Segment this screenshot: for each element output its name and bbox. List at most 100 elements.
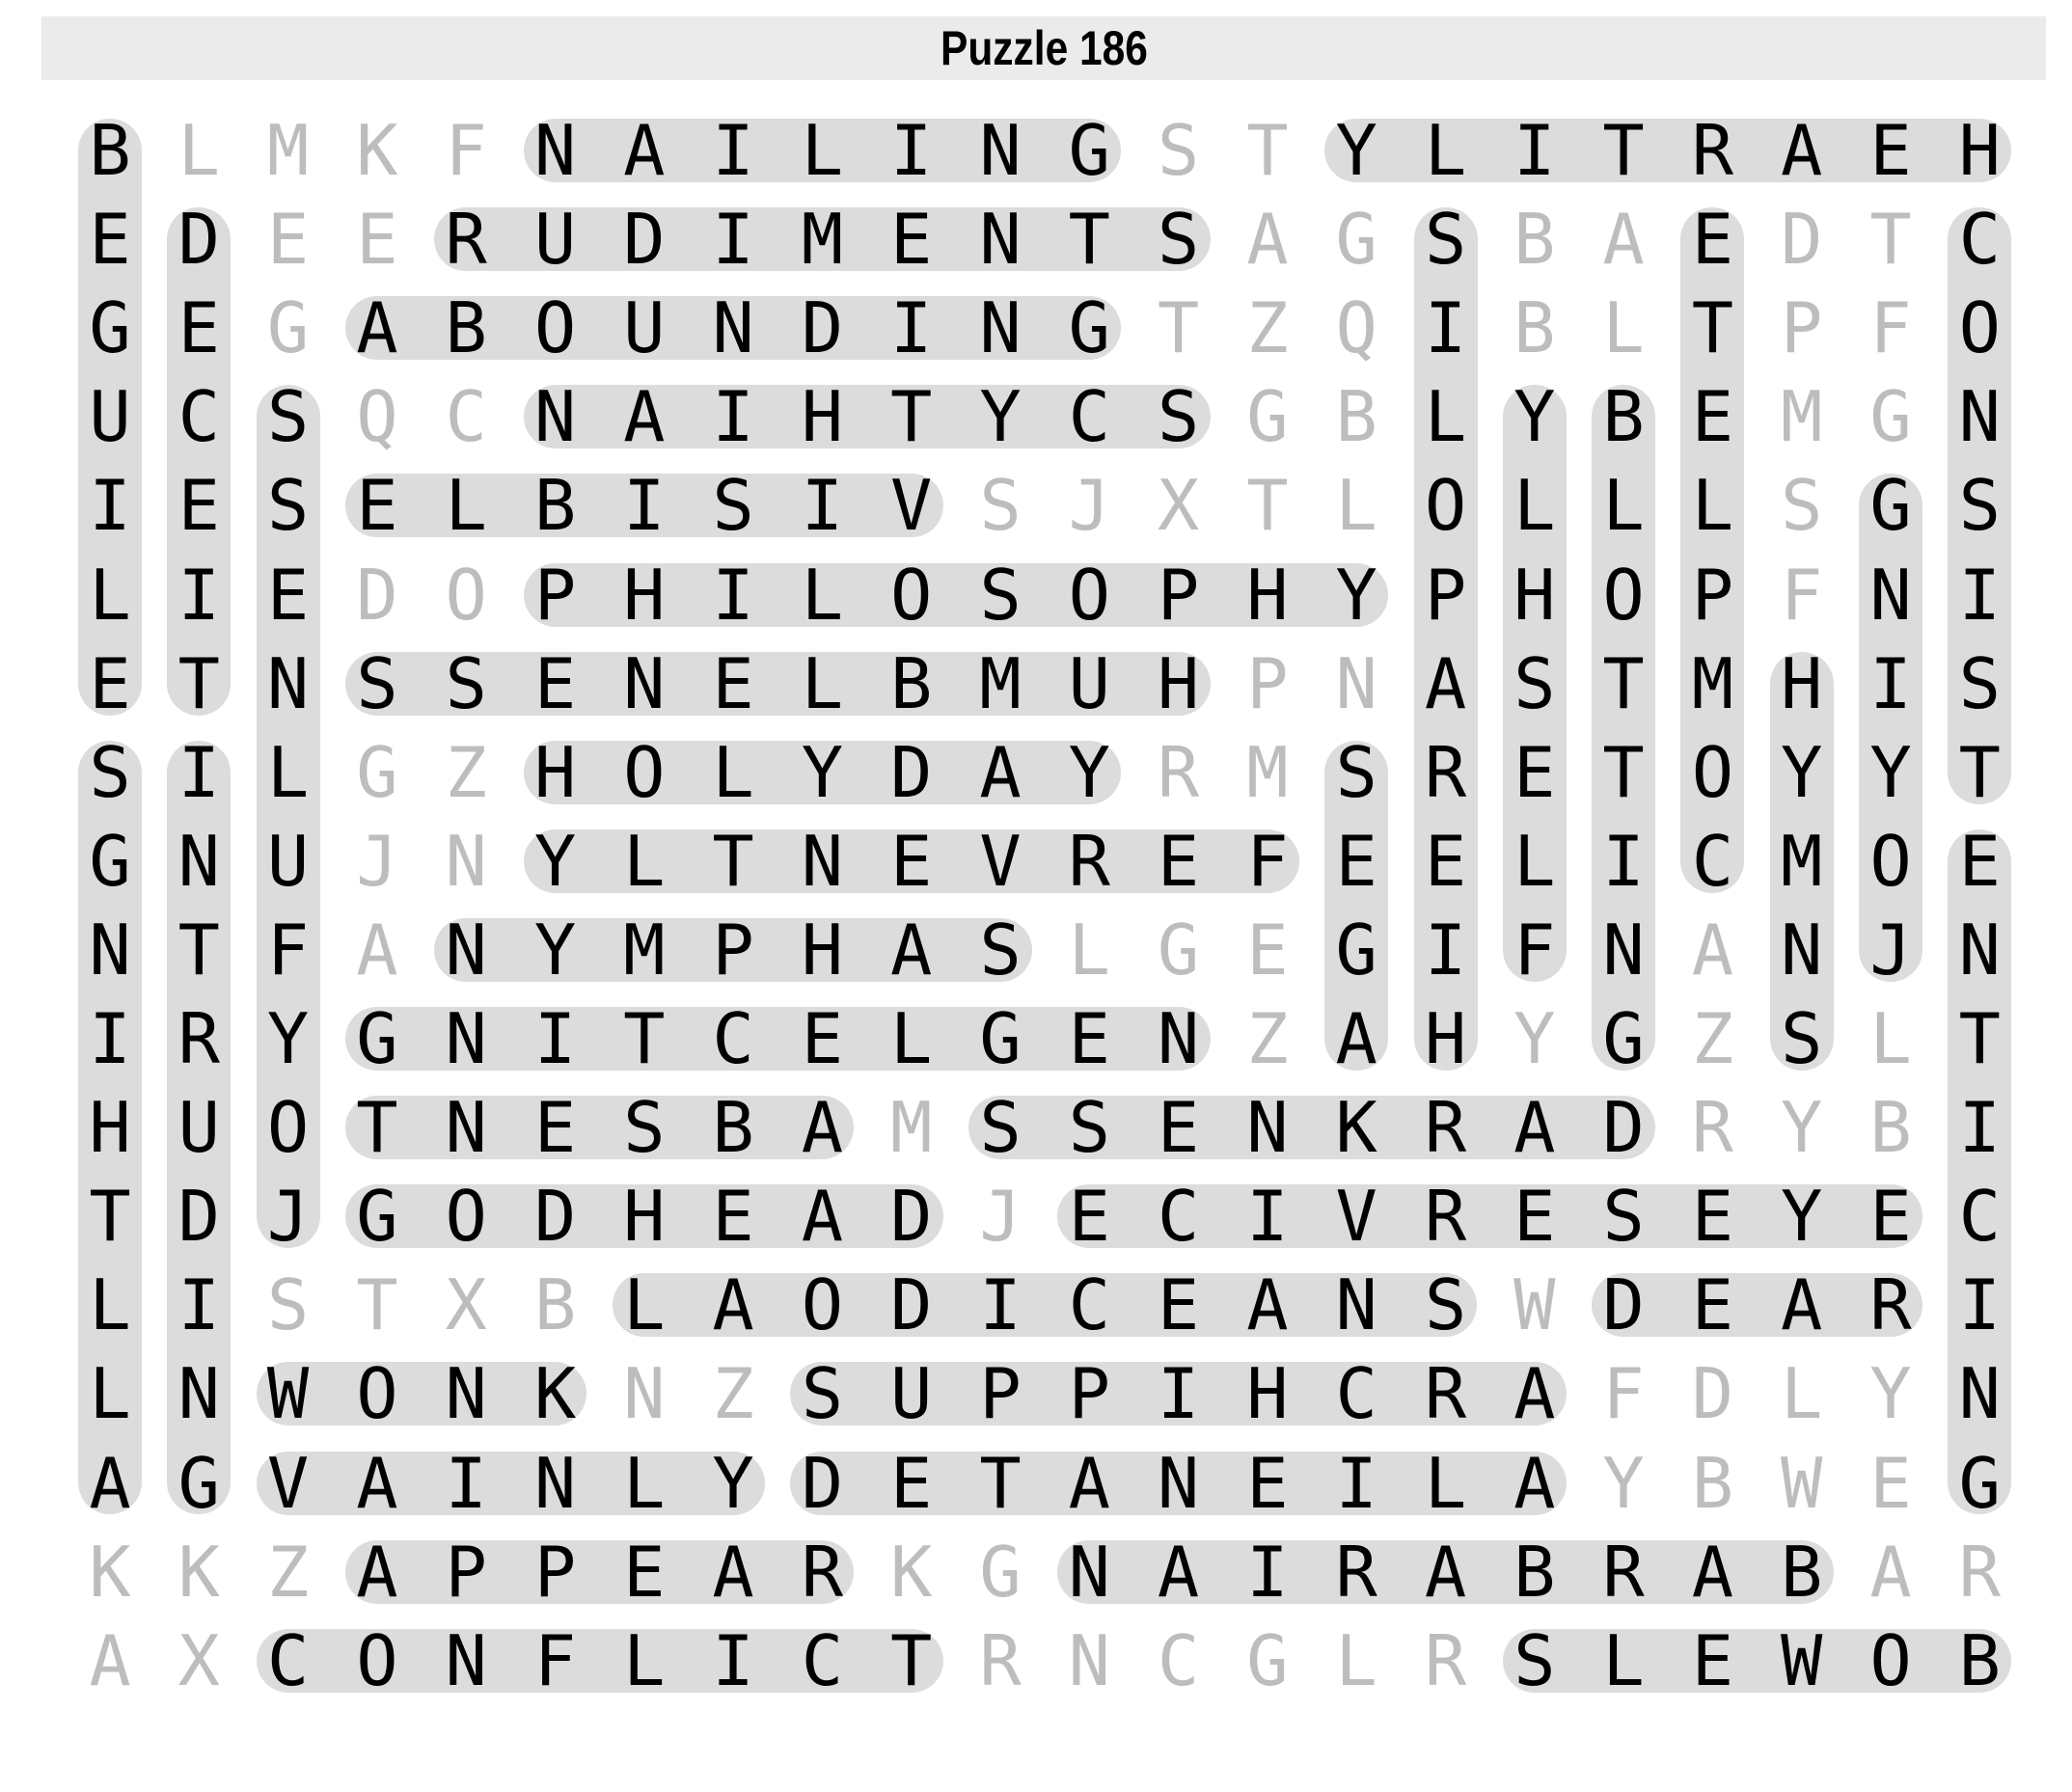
grid-cell[interactable]: H (66, 1083, 154, 1172)
grid-cell[interactable]: T (1223, 461, 1312, 550)
grid-cell[interactable]: B (689, 1083, 777, 1172)
grid-cell[interactable]: P (956, 1349, 1045, 1438)
grid-cell[interactable]: A (1490, 1349, 1579, 1438)
grid-cell[interactable]: A (1223, 1261, 1312, 1349)
grid-cell[interactable]: N (511, 372, 600, 461)
grid-cell[interactable]: V (956, 817, 1045, 906)
grid-cell[interactable]: P (1223, 639, 1312, 728)
grid-cell[interactable]: A (1579, 195, 1668, 284)
grid-cell[interactable]: C (1935, 1172, 2024, 1261)
grid-cell[interactable]: L (1402, 106, 1490, 195)
grid-cell[interactable]: H (600, 1172, 689, 1261)
grid-cell[interactable]: P (511, 1528, 600, 1616)
grid-cell[interactable]: B (1312, 372, 1401, 461)
grid-cell[interactable]: F (422, 106, 510, 195)
grid-cell[interactable]: B (511, 461, 600, 550)
grid-cell[interactable]: A (333, 906, 422, 994)
grid-cell[interactable]: A (867, 906, 956, 994)
grid-cell[interactable]: T (600, 994, 689, 1083)
grid-cell[interactable]: R (154, 994, 243, 1083)
grid-cell[interactable]: B (422, 284, 510, 372)
grid-cell[interactable]: Y (1490, 994, 1579, 1083)
grid-cell[interactable]: L (1490, 461, 1579, 550)
grid-cell[interactable]: N (422, 1083, 510, 1172)
grid-cell[interactable]: R (1402, 1616, 1490, 1705)
grid-cell[interactable]: D (154, 195, 243, 284)
grid-cell[interactable]: L (66, 1261, 154, 1349)
grid-cell[interactable]: R (777, 1528, 866, 1616)
grid-cell[interactable]: E (1134, 817, 1223, 906)
grid-cell[interactable]: Z (422, 728, 510, 817)
grid-cell[interactable]: O (333, 1616, 422, 1705)
grid-cell[interactable]: N (422, 817, 510, 906)
grid-cell[interactable]: K (66, 1528, 154, 1616)
grid-cell[interactable]: G (333, 1172, 422, 1261)
grid-cell[interactable]: K (154, 1528, 243, 1616)
grid-cell[interactable]: X (422, 1261, 510, 1349)
grid-cell[interactable]: N (422, 1616, 510, 1705)
grid-cell[interactable]: P (1402, 551, 1490, 639)
grid-cell[interactable]: D (1758, 195, 1846, 284)
grid-cell[interactable]: A (1758, 106, 1846, 195)
grid-cell[interactable]: S (1402, 195, 1490, 284)
grid-cell[interactable]: M (1223, 728, 1312, 817)
grid-cell[interactable]: I (511, 994, 600, 1083)
grid-cell[interactable]: A (333, 284, 422, 372)
grid-cell[interactable]: H (600, 551, 689, 639)
grid-cell[interactable]: I (1935, 1261, 2024, 1349)
grid-cell[interactable]: O (1935, 284, 2024, 372)
grid-cell[interactable]: N (1935, 372, 2024, 461)
grid-cell[interactable]: L (600, 817, 689, 906)
grid-cell[interactable]: B (1668, 1439, 1757, 1528)
grid-cell[interactable]: X (154, 1616, 243, 1705)
grid-cell[interactable]: B (867, 639, 956, 728)
grid-cell[interactable]: S (1490, 639, 1579, 728)
grid-cell[interactable]: P (1045, 1349, 1133, 1438)
grid-cell[interactable]: O (600, 728, 689, 817)
grid-cell[interactable]: L (1579, 284, 1668, 372)
grid-cell[interactable]: E (511, 1083, 600, 1172)
grid-cell[interactable]: N (511, 106, 600, 195)
grid-cell[interactable]: A (333, 1528, 422, 1616)
grid-cell[interactable]: R (1402, 728, 1490, 817)
grid-cell[interactable]: C (154, 372, 243, 461)
grid-cell[interactable]: E (1134, 1083, 1223, 1172)
grid-cell[interactable]: G (1045, 284, 1133, 372)
grid-cell[interactable]: F (1758, 551, 1846, 639)
grid-cell[interactable]: N (1045, 1528, 1133, 1616)
grid-cell[interactable]: G (1935, 1439, 2024, 1528)
grid-cell[interactable]: J (244, 1172, 333, 1261)
grid-cell[interactable]: N (956, 195, 1045, 284)
grid-cell[interactable]: L (1045, 906, 1133, 994)
grid-cell[interactable]: J (956, 1172, 1045, 1261)
grid-cell[interactable]: E (244, 195, 333, 284)
grid-cell[interactable]: Y (689, 1439, 777, 1528)
grid-cell[interactable]: E (1045, 994, 1133, 1083)
grid-cell[interactable]: L (777, 551, 866, 639)
grid-cell[interactable]: L (867, 994, 956, 1083)
grid-cell[interactable]: V (1312, 1172, 1401, 1261)
grid-cell[interactable]: O (244, 1083, 333, 1172)
grid-cell[interactable]: E (600, 1528, 689, 1616)
grid-cell[interactable]: E (333, 195, 422, 284)
grid-cell[interactable]: D (1579, 1083, 1668, 1172)
grid-cell[interactable]: T (1935, 728, 2024, 817)
grid-cell[interactable]: A (689, 1261, 777, 1349)
grid-cell[interactable]: B (1846, 1083, 1935, 1172)
grid-cell[interactable]: E (1846, 1172, 1935, 1261)
grid-cell[interactable]: Y (511, 906, 600, 994)
grid-cell[interactable]: B (1758, 1528, 1846, 1616)
grid-cell[interactable]: R (1579, 1528, 1668, 1616)
grid-cell[interactable]: D (511, 1172, 600, 1261)
grid-cell[interactable]: L (689, 728, 777, 817)
grid-cell[interactable]: R (1402, 1172, 1490, 1261)
grid-cell[interactable]: W (244, 1349, 333, 1438)
grid-cell[interactable]: E (1402, 817, 1490, 906)
grid-cell[interactable]: S (956, 906, 1045, 994)
grid-cell[interactable]: S (1490, 1616, 1579, 1705)
grid-cell[interactable]: Y (1758, 1083, 1846, 1172)
grid-cell[interactable]: Y (956, 372, 1045, 461)
grid-cell[interactable]: D (867, 1261, 956, 1349)
grid-cell[interactable]: N (1134, 1439, 1223, 1528)
grid-cell[interactable]: G (1312, 906, 1401, 994)
